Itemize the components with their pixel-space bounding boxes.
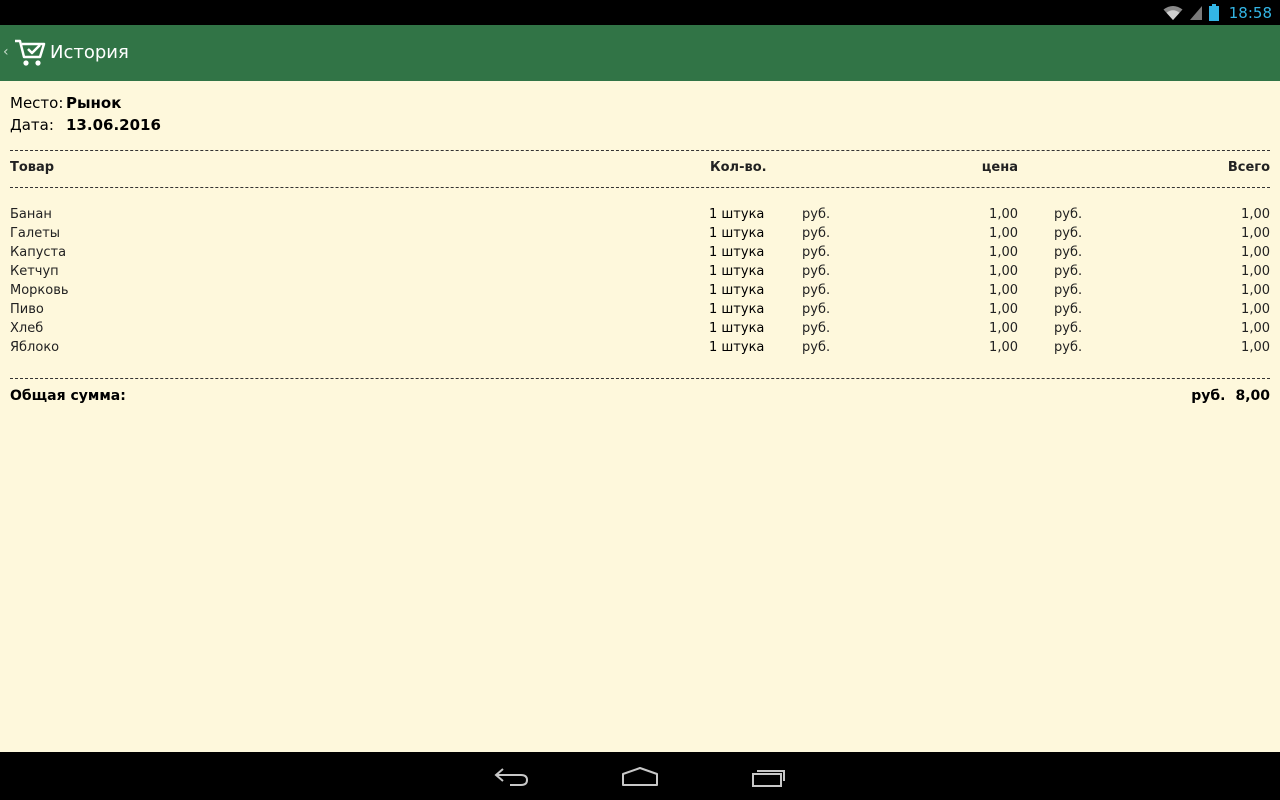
up-caret-icon: ‹ <box>3 44 9 60</box>
battery-icon <box>1208 4 1219 21</box>
cell-signal-icon <box>1189 5 1202 20</box>
header-price: цена <box>981 160 1018 175</box>
recent-apps-button[interactable] <box>739 762 799 792</box>
back-button[interactable] <box>482 762 542 792</box>
status-time: 18:58 <box>1228 3 1272 22</box>
item-price: 1,00 <box>989 283 1018 298</box>
item-currency: руб. <box>802 226 831 241</box>
place-label: Место: <box>10 94 64 112</box>
item-currency: руб. <box>1054 340 1083 355</box>
item-price: 1,00 <box>989 226 1018 241</box>
item-name: Галеты <box>10 226 61 241</box>
total-sum-currency: руб. <box>1191 388 1226 404</box>
table-row: Морковь 1 штука руб. 1,00 руб. 1,00 <box>0 283 1280 302</box>
home-icon <box>622 767 658 786</box>
item-name: Пиво <box>10 302 44 317</box>
table-row: Пиво 1 штука руб. 1,00 руб. 1,00 <box>0 302 1280 321</box>
item-total: 1,00 <box>1241 226 1270 241</box>
item-currency: руб. <box>1054 245 1083 260</box>
home-button[interactable] <box>610 762 670 792</box>
item-qty: 1 штука <box>709 207 765 222</box>
table-row: Капуста 1 штука руб. 1,00 руб. 1,00 <box>0 245 1280 264</box>
item-currency: руб. <box>802 340 831 355</box>
item-currency: руб. <box>1054 321 1083 336</box>
item-name: Кетчуп <box>10 264 59 279</box>
wifi-icon <box>1163 5 1183 20</box>
item-qty: 1 штука <box>709 245 765 260</box>
table-row: Банан 1 штука руб. 1,00 руб. 1,00 <box>0 207 1280 226</box>
date-label: Дата: <box>10 116 54 134</box>
back-icon <box>494 768 529 786</box>
item-total: 1,00 <box>1241 245 1270 260</box>
item-currency: руб. <box>802 245 831 260</box>
header-total: Всего <box>1227 160 1270 175</box>
cart-icon <box>15 39 46 66</box>
item-qty: 1 штука <box>709 302 765 317</box>
item-qty: 1 штука <box>709 264 765 279</box>
item-currency: руб. <box>1054 207 1083 222</box>
header-item: Товар <box>10 160 55 175</box>
page-title: История <box>50 42 129 63</box>
total-sum-label: Общая сумма: <box>10 388 126 404</box>
status-bar: 18:58 <box>0 0 1280 25</box>
item-qty: 1 штука <box>709 340 765 355</box>
item-price: 1,00 <box>989 207 1018 222</box>
action-bar: ‹ История <box>0 25 1280 81</box>
item-name: Хлеб <box>10 321 44 336</box>
place-row: Место: Рынок <box>10 94 121 112</box>
item-name: Яблоко <box>10 340 60 355</box>
item-qty: 1 штука <box>709 321 765 336</box>
table-row: Хлеб 1 штука руб. 1,00 руб. 1,00 <box>0 321 1280 340</box>
item-price: 1,00 <box>989 302 1018 317</box>
item-currency: руб. <box>802 302 831 317</box>
item-price: 1,00 <box>989 264 1018 279</box>
total-sum-amount: 8,00 <box>1235 388 1270 404</box>
item-qty: 1 штука <box>709 226 765 241</box>
item-total: 1,00 <box>1241 340 1270 355</box>
table-row: Галеты 1 штука руб. 1,00 руб. 1,00 <box>0 226 1280 245</box>
table-row: Яблоко 1 штука руб. 1,00 руб. 1,00 <box>0 340 1280 359</box>
item-total: 1,00 <box>1241 302 1270 317</box>
item-name: Банан <box>10 207 52 222</box>
divider <box>10 378 1270 379</box>
item-name: Капуста <box>10 245 67 260</box>
item-qty: 1 штука <box>709 283 765 298</box>
total-sum-value: руб. 8,00 <box>1191 388 1270 404</box>
item-currency: руб. <box>1054 302 1083 317</box>
item-currency: руб. <box>1054 226 1083 241</box>
item-total: 1,00 <box>1241 321 1270 336</box>
item-currency: руб. <box>802 283 831 298</box>
divider <box>10 187 1270 188</box>
item-currency: руб. <box>1054 264 1083 279</box>
item-currency: руб. <box>802 264 831 279</box>
recent-apps-icon <box>752 770 785 787</box>
item-currency: руб. <box>802 321 831 336</box>
date-value: 13.06.2016 <box>66 116 161 134</box>
item-price: 1,00 <box>989 340 1018 355</box>
item-currency: руб. <box>1054 283 1083 298</box>
table-row: Кетчуп 1 штука руб. 1,00 руб. 1,00 <box>0 264 1280 283</box>
item-price: 1,00 <box>989 321 1018 336</box>
item-total: 1,00 <box>1241 207 1270 222</box>
item-price: 1,00 <box>989 245 1018 260</box>
item-total: 1,00 <box>1241 283 1270 298</box>
item-currency: руб. <box>802 207 831 222</box>
receipt-content: Место: Рынок Дата: 13.06.2016 Товар Кол-… <box>0 81 1280 752</box>
home-up-button[interactable]: ‹ История <box>0 25 130 81</box>
status-icons: 18:58 <box>1163 0 1272 25</box>
date-row: Дата: 13.06.2016 <box>10 116 161 134</box>
divider <box>10 150 1270 151</box>
header-qty: Кол-во. <box>710 160 767 175</box>
place-value: Рынок <box>66 94 122 112</box>
item-total: 1,00 <box>1241 264 1270 279</box>
nav-bar <box>0 752 1280 800</box>
item-name: Морковь <box>10 283 69 298</box>
